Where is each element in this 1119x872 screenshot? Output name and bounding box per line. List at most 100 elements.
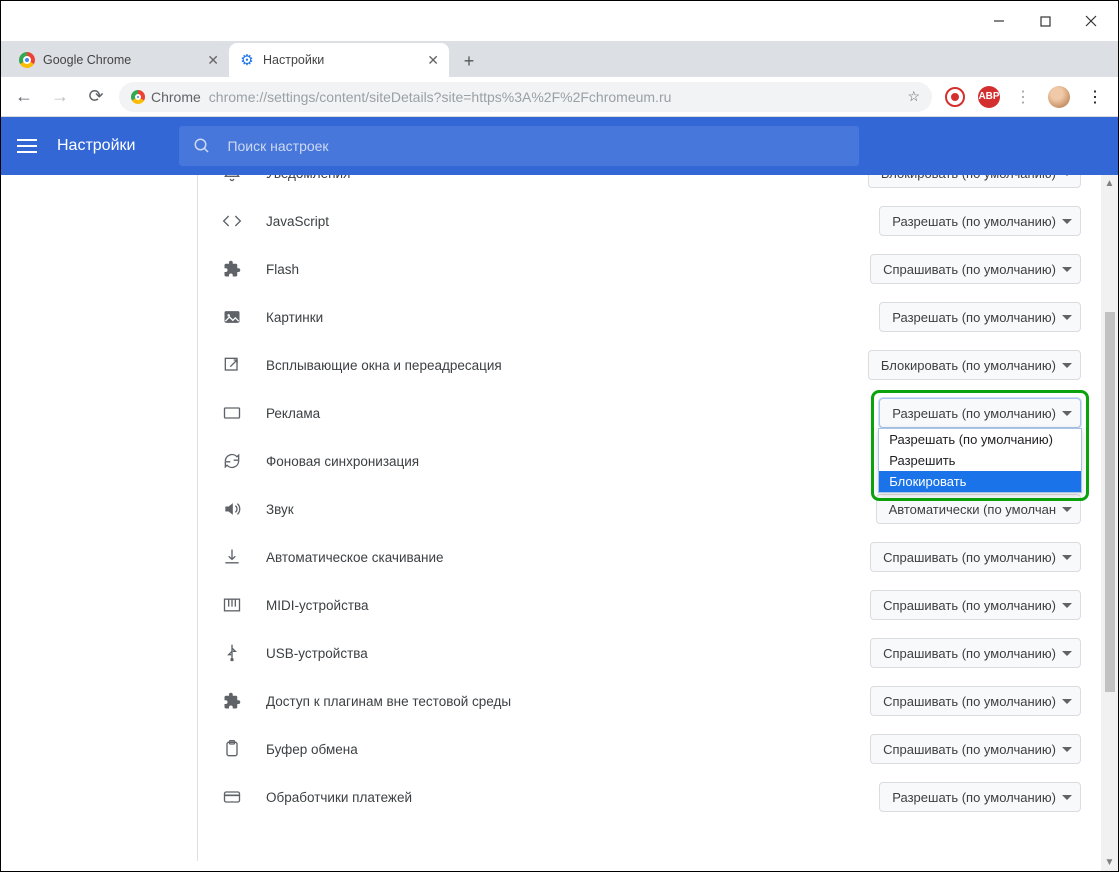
download-icon xyxy=(220,547,244,567)
new-tab-button[interactable]: + xyxy=(455,47,483,75)
permission-select-value: Разрешать (по умолчанию) xyxy=(892,406,1056,421)
back-button[interactable]: ← xyxy=(11,84,37,110)
image-icon xyxy=(220,307,244,327)
scroll-thumb[interactable] xyxy=(1105,312,1115,692)
permission-select-value: Разрешать (по умолчанию) xyxy=(892,790,1056,805)
window-close-button[interactable] xyxy=(1068,5,1114,37)
vertical-scrollbar[interactable]: ▲ ▼ xyxy=(1101,175,1118,871)
settings-search[interactable] xyxy=(179,126,859,166)
menu-icon[interactable] xyxy=(17,139,37,153)
permissions-panel: УведомленияБлокировать (по умолчанию)Jav… xyxy=(197,175,1104,861)
scroll-up-arrow[interactable]: ▲ xyxy=(1101,175,1118,192)
divider: ⋮ xyxy=(1010,84,1036,110)
permission-select[interactable]: Блокировать (по умолчанию) xyxy=(868,175,1081,188)
code-icon xyxy=(220,211,244,231)
sync-icon xyxy=(220,451,244,471)
forward-button[interactable]: → xyxy=(47,84,73,110)
permission-select[interactable]: Блокировать (по умолчанию) xyxy=(868,350,1081,380)
card-icon xyxy=(220,787,244,807)
permission-label: Автоматическое скачивание xyxy=(266,550,870,565)
popup-icon xyxy=(220,355,244,375)
permission-select[interactable]: Разрешать (по умолчанию) xyxy=(879,782,1081,812)
permission-label: Flash xyxy=(266,262,870,277)
rect-icon xyxy=(220,403,244,423)
sound-icon xyxy=(220,499,244,519)
permission-select-value: Разрешать (по умолчанию) xyxy=(892,214,1056,229)
permission-label: Всплывающие окна и переадресация xyxy=(266,358,868,373)
permission-select[interactable]: Спрашивать (по умолчанию) xyxy=(870,734,1081,764)
chevron-down-icon xyxy=(1062,267,1072,272)
chevron-down-icon xyxy=(1062,411,1072,416)
permission-row: MIDI-устройстваСпрашивать (по умолчанию) xyxy=(220,581,1081,629)
puzzle-icon xyxy=(220,692,244,710)
clip-icon xyxy=(220,739,244,759)
permission-select[interactable]: Спрашивать (по умолчанию) xyxy=(870,686,1081,716)
page-title: Настройки xyxy=(57,137,135,155)
dropdown-option[interactable]: Разрешать (по умолчанию) xyxy=(879,429,1081,450)
chrome-icon xyxy=(131,90,145,104)
browser-toolbar: ← → ⟳ Chrome chrome://settings/content/s… xyxy=(1,77,1118,117)
permission-label: Реклама xyxy=(266,406,879,421)
address-url: chrome://settings/content/siteDetails?si… xyxy=(209,89,672,105)
chevron-down-icon xyxy=(1062,795,1072,800)
chevron-down-icon xyxy=(1062,315,1072,320)
dropdown-option[interactable]: Блокировать xyxy=(879,471,1081,492)
permission-row: Всплывающие окна и переадресацияБлокиров… xyxy=(220,341,1081,389)
chevron-down-icon xyxy=(1062,219,1072,224)
permission-select-value: Спрашивать (по умолчанию) xyxy=(883,598,1056,613)
settings-header: Настройки xyxy=(1,117,1118,175)
permission-select-value: Спрашивать (по умолчанию) xyxy=(883,742,1056,757)
permission-select[interactable]: Спрашивать (по умолчанию) xyxy=(870,638,1081,668)
chevron-down-icon xyxy=(1062,555,1072,560)
permission-row: Обработчики платежей Разрешать (по умолча… xyxy=(220,773,1081,821)
address-bar[interactable]: Chrome chrome://settings/content/siteDet… xyxy=(119,82,932,112)
dropdown-option[interactable]: Разрешить xyxy=(879,450,1081,471)
window-maximize-button[interactable] xyxy=(1022,5,1068,37)
reload-button[interactable]: ⟳ xyxy=(83,84,109,110)
chevron-down-icon xyxy=(1062,699,1072,704)
permission-label: Звук xyxy=(266,502,876,517)
permission-select[interactable]: Автоматически (по умолчан xyxy=(876,494,1081,524)
permission-label: Буфер обмена xyxy=(266,742,870,757)
chrome-scheme-badge: Chrome xyxy=(131,89,201,105)
permission-select-value: Разрешать (по умолчанию) xyxy=(892,310,1056,325)
permission-label: Обработчики платежей xyxy=(266,790,879,805)
permission-select[interactable]: Разрешать (по умолчанию) xyxy=(879,398,1081,428)
permission-select[interactable]: Спрашивать (по умолчанию) xyxy=(870,254,1081,284)
permission-select-value: Спрашивать (по умолчанию) xyxy=(883,694,1056,709)
scroll-down-arrow[interactable]: ▼ xyxy=(1101,854,1118,871)
permission-select[interactable]: Разрешать (по умолчанию) xyxy=(879,206,1081,236)
scroll-viewport: УведомленияБлокировать (по умолчанию)Jav… xyxy=(197,175,1118,871)
permission-row: Буфер обмена Спрашивать (по умолчанию) xyxy=(220,725,1081,773)
tab-google-chrome[interactable]: Google Chrome ✕ xyxy=(9,43,229,77)
close-icon[interactable]: ✕ xyxy=(207,52,219,69)
permission-select-value: Спрашивать (по умолчанию) xyxy=(883,646,1056,661)
chevron-down-icon xyxy=(1062,603,1072,608)
content-area: УведомленияБлокировать (по умолчанию)Jav… xyxy=(1,175,1118,871)
permission-dropdown-menu[interactable]: Разрешать (по умолчанию)РазрешитьБлокиро… xyxy=(878,428,1082,493)
yandex-extension-icon[interactable] xyxy=(942,84,968,110)
permission-select[interactable]: Разрешать (по умолчанию) xyxy=(879,302,1081,332)
window-minimize-button[interactable] xyxy=(976,5,1022,37)
search-icon xyxy=(193,137,211,155)
permission-label: Уведомления xyxy=(266,175,868,181)
left-margin xyxy=(1,175,197,871)
adblock-extension-icon[interactable]: ABP xyxy=(978,86,1000,108)
window: Google Chrome ✕ ⚙ Настройки ✕ + ← → ⟳ Ch… xyxy=(0,0,1119,872)
profile-avatar[interactable] xyxy=(1046,84,1072,110)
permission-select[interactable]: Спрашивать (по умолчанию) xyxy=(870,542,1081,572)
chevron-down-icon xyxy=(1062,363,1072,368)
permission-row: УведомленияБлокировать (по умолчанию) xyxy=(220,175,1081,197)
permission-select[interactable]: Спрашивать (по умолчанию) xyxy=(870,590,1081,620)
usb-icon xyxy=(220,643,244,663)
search-input[interactable] xyxy=(227,138,845,154)
permission-label: USB-устройства xyxy=(266,646,870,661)
menu-button[interactable]: ⋮ xyxy=(1082,84,1108,110)
permission-label: Доступ к плагинам вне тестовой среды xyxy=(266,694,870,709)
tab-label: Настройки xyxy=(263,53,324,67)
bookmark-star-icon[interactable]: ☆ xyxy=(907,88,920,105)
window-titlebar xyxy=(1,1,1118,41)
permission-select-value: Спрашивать (по умолчанию) xyxy=(883,550,1056,565)
tab-settings[interactable]: ⚙ Настройки ✕ xyxy=(229,43,449,77)
close-icon[interactable]: ✕ xyxy=(427,52,439,69)
